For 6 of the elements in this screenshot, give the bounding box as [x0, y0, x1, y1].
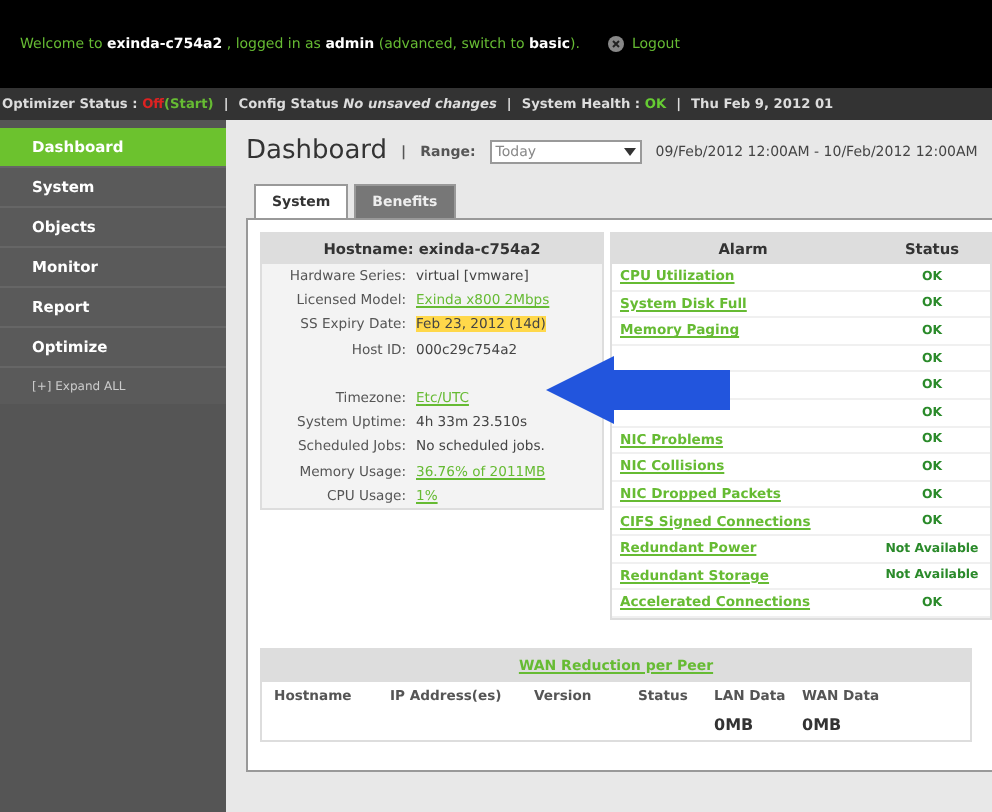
table-cell-text: 0MB: [714, 713, 756, 738]
arrow-icon: [546, 356, 730, 424]
table-cell-text: 0MB: [802, 713, 844, 738]
page-title: Dashboard: [246, 136, 388, 166]
caret-icon: [623, 147, 636, 155]
close-icon: [607, 36, 624, 52]
